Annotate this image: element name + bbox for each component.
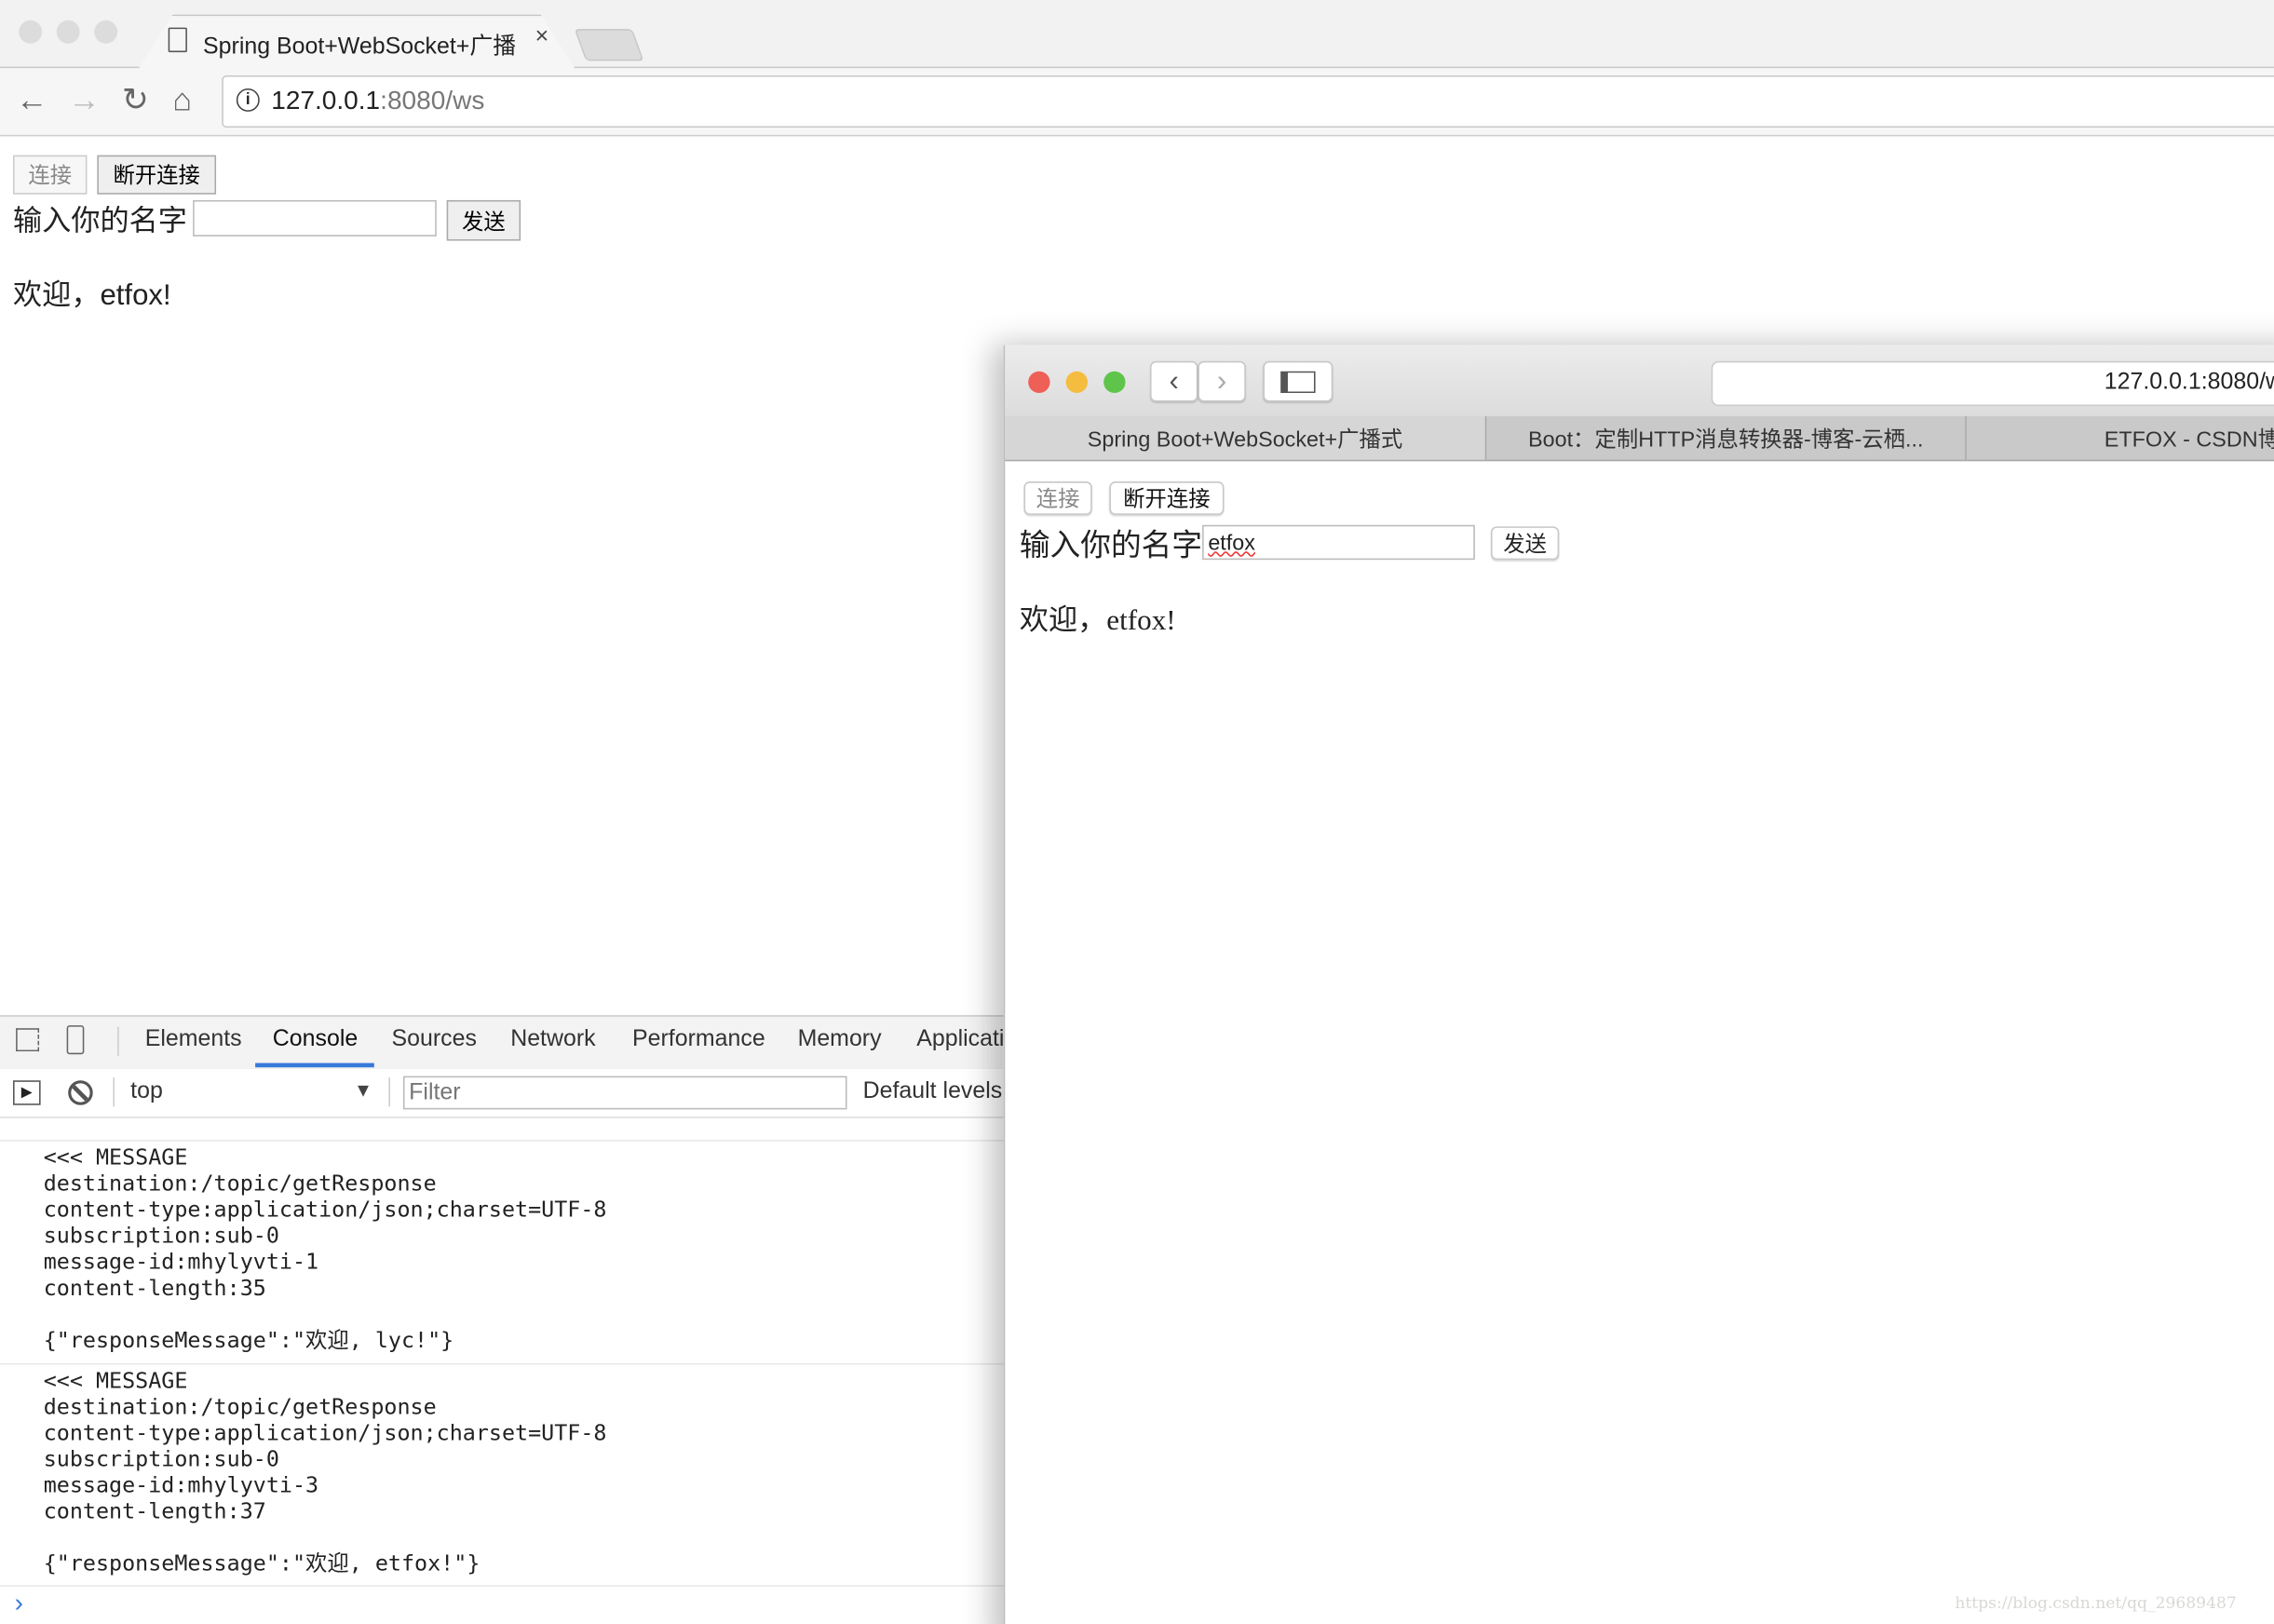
tab-elements[interactable]: Elements xyxy=(145,1027,242,1053)
url-text[interactable]: 127.0.0.1:8080/ws xyxy=(271,86,484,116)
reload-icon[interactable]: ↻ xyxy=(122,81,149,118)
tab-title: Spring Boot+WebSocket+广播式 xyxy=(203,34,515,60)
disconnect-button[interactable]: 断开连接 xyxy=(97,155,217,195)
divider xyxy=(113,1077,115,1107)
watermark: https://blog.csdn.net/qq_29689487 xyxy=(1955,1593,2237,1613)
log-levels-dropdown[interactable]: Default levels xyxy=(863,1079,1003,1105)
safari-window: ‹ › 127.0.0.1:8080/w Spring Boot+WebSock… xyxy=(1003,345,2274,1624)
tab-sources[interactable]: Sources xyxy=(391,1027,476,1053)
sidebar-button[interactable] xyxy=(1263,360,1333,402)
dropdown-arrow-icon[interactable]: ▼ xyxy=(354,1079,372,1101)
page-icon xyxy=(168,27,187,53)
forward-icon[interactable]: → xyxy=(68,81,100,118)
maximize-window-button[interactable] xyxy=(1103,371,1126,394)
send-button[interactable]: 发送 xyxy=(446,199,521,241)
address-bar[interactable] xyxy=(222,74,2274,129)
home-icon[interactable]: ⌂ xyxy=(172,81,192,118)
device-toolbar-icon[interactable] xyxy=(66,1025,85,1055)
safari-tab-active[interactable]: Spring Boot+WebSocket+广播式 xyxy=(1005,415,1487,460)
url-host: 127.0.0.1 xyxy=(271,85,381,115)
info-icon[interactable]: i xyxy=(236,88,260,112)
connect-button[interactable]: 连接 xyxy=(1023,481,1092,515)
back-icon[interactable]: ← xyxy=(16,81,47,118)
url-path: :8080/ws xyxy=(380,85,485,115)
tab-close-icon[interactable]: × xyxy=(535,24,549,50)
divider xyxy=(117,1026,119,1056)
welcome-message: 欢迎，etfox! xyxy=(13,279,171,312)
minimize-window-button[interactable] xyxy=(1065,371,1089,394)
safari-tab[interactable]: ETFOX - CSDN博客 xyxy=(1967,416,2274,460)
sidebar-toggle-icon[interactable]: ▶ xyxy=(13,1080,41,1105)
sidebar-icon xyxy=(1280,370,1316,393)
name-label: 输入你的名字 xyxy=(1019,527,1203,563)
desktop: Spring Boot+WebSocket+广播式 × ← → ↻ ⌂ i 12… xyxy=(0,0,2274,1624)
console-prompt-icon[interactable]: › xyxy=(15,1588,23,1618)
disconnect-button[interactable]: 断开连接 xyxy=(1109,481,1225,515)
tab-network[interactable]: Network xyxy=(510,1027,595,1053)
console-filter-input[interactable] xyxy=(402,1076,847,1110)
console-message: <<< MESSAGE destination:/topic/getRespon… xyxy=(43,1367,607,1577)
clear-console-icon[interactable] xyxy=(68,1080,93,1105)
forward-button[interactable]: › xyxy=(1198,360,1246,402)
divider xyxy=(0,1362,1016,1365)
close-window-button[interactable] xyxy=(19,20,43,44)
tab-console[interactable]: Console xyxy=(273,1027,358,1053)
context-selector[interactable]: top xyxy=(130,1079,163,1105)
welcome-message: 欢迎，etfox! xyxy=(1019,604,1176,637)
divider xyxy=(0,1140,1016,1142)
new-tab-button[interactable] xyxy=(574,29,644,61)
close-window-button[interactable] xyxy=(1028,371,1050,394)
minimize-window-button[interactable] xyxy=(56,20,80,44)
safari-url-text[interactable]: 127.0.0.1:8080/w xyxy=(2105,370,2274,396)
connect-button[interactable]: 连接 xyxy=(13,155,88,195)
name-input[interactable]: etfox xyxy=(1202,524,1475,561)
divider xyxy=(0,1585,1016,1587)
back-button[interactable]: ‹ xyxy=(1150,360,1198,402)
safari-tab[interactable]: Boot：定制HTTP消息转换器-博客-云栖... xyxy=(1486,415,1967,460)
tab-memory[interactable]: Memory xyxy=(798,1027,882,1053)
name-input[interactable] xyxy=(193,199,437,237)
tab-performance[interactable]: Performance xyxy=(632,1027,765,1053)
tab-application[interactable]: Applicati xyxy=(916,1027,1004,1053)
send-button[interactable]: 发送 xyxy=(1491,526,1560,561)
active-tab-indicator xyxy=(255,1062,374,1068)
name-label: 输入你的名字 xyxy=(13,206,187,238)
divider xyxy=(388,1077,390,1107)
maximize-window-button[interactable] xyxy=(94,20,118,44)
inspect-element-icon[interactable] xyxy=(16,1028,40,1052)
console-message: <<< MESSAGE destination:/topic/getRespon… xyxy=(43,1144,607,1354)
